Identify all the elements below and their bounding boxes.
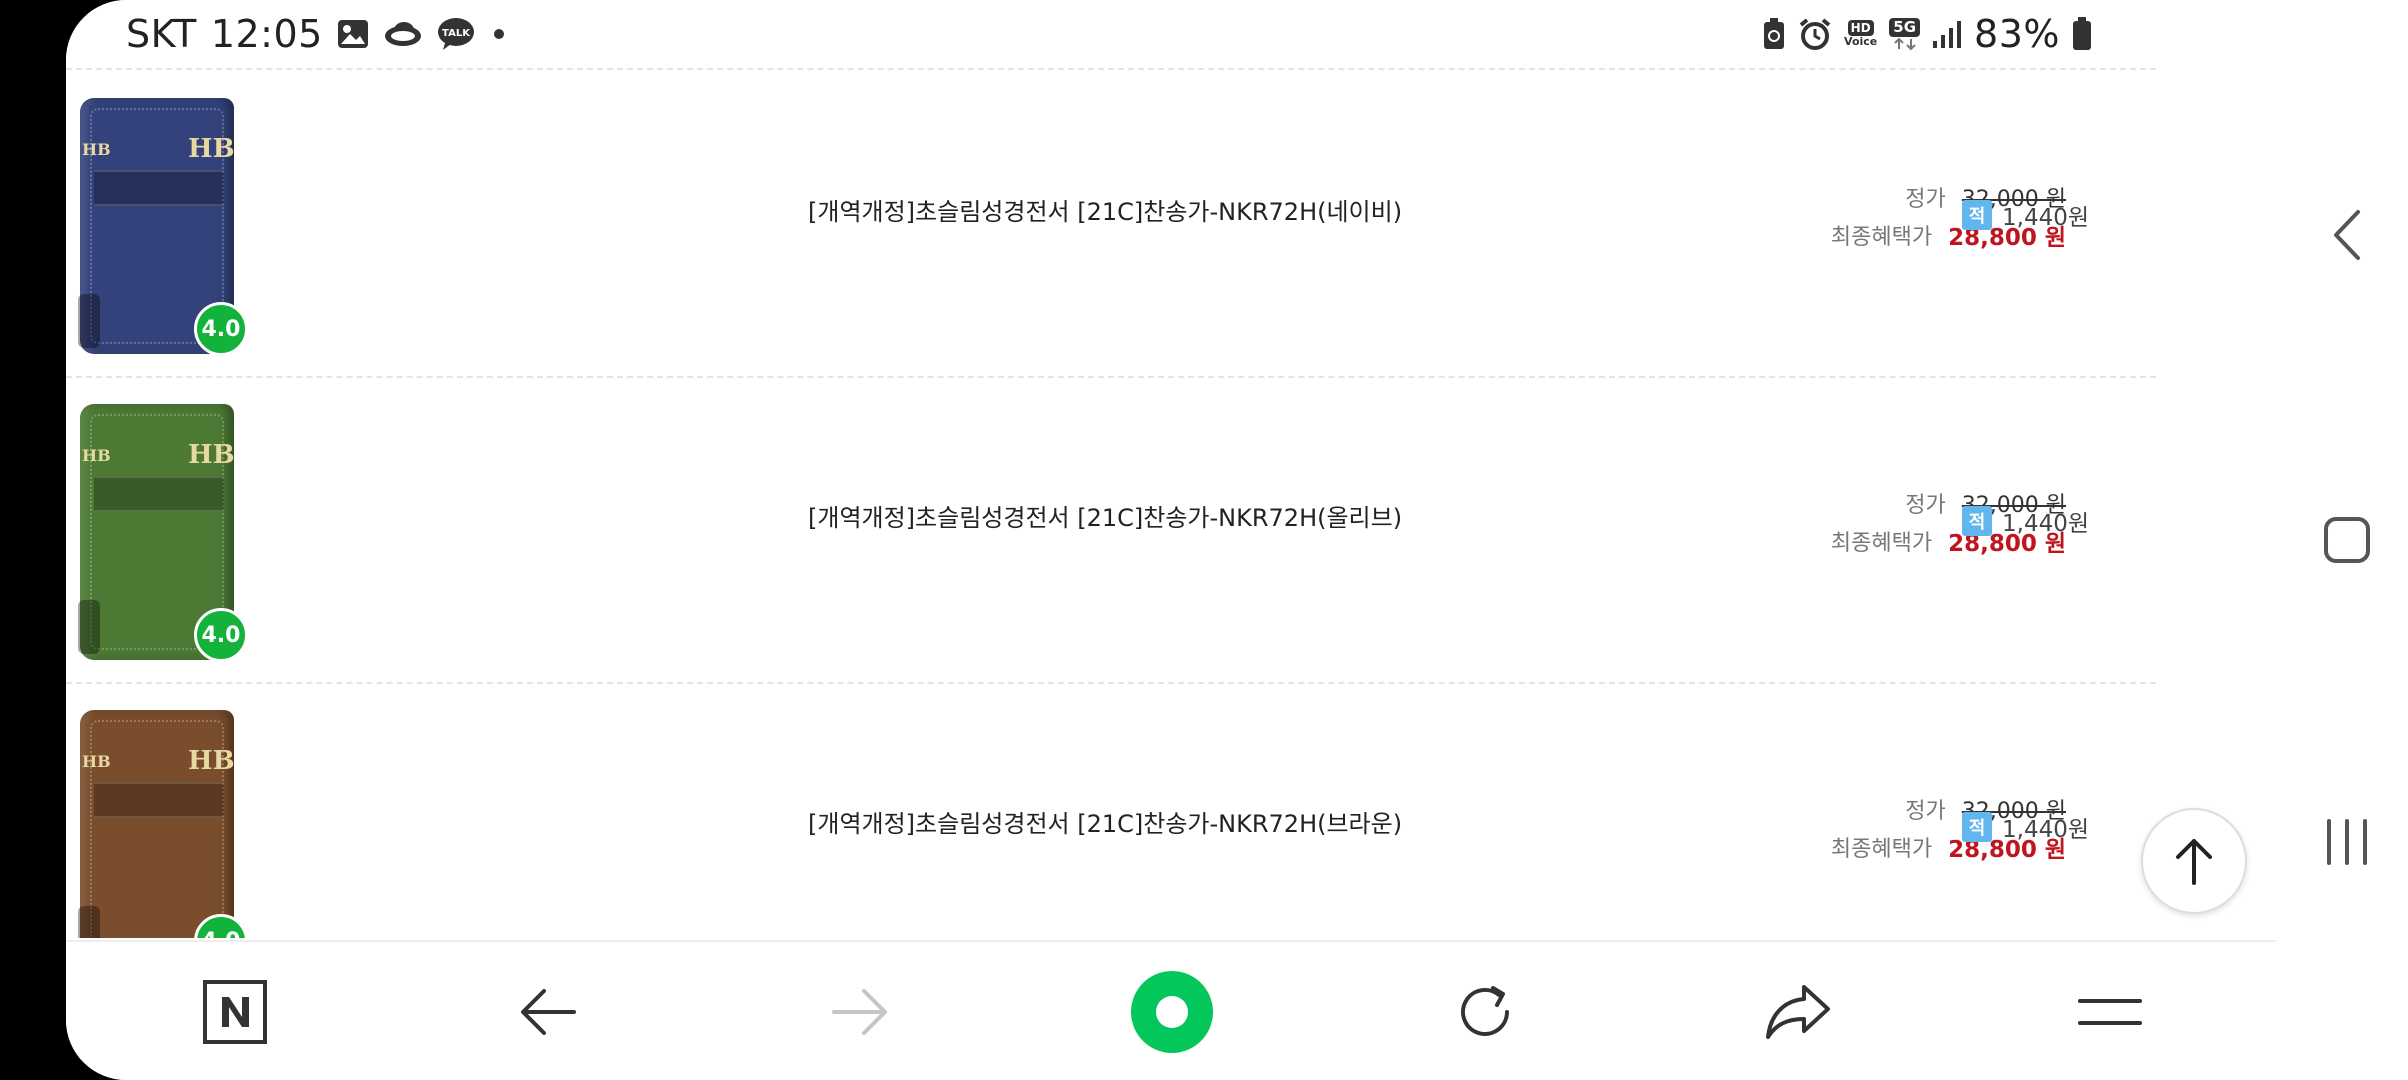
cover-band	[94, 476, 224, 512]
back-chevron-icon	[2334, 210, 2360, 260]
battery-percent: 83%	[1974, 12, 2060, 56]
point-value: 1,440원	[2002, 511, 2090, 537]
cover-band	[94, 782, 224, 818]
phone-screen: SKT 12:05 TALK HD Voice 5G 83% HB HB 4.0…	[66, 0, 2322, 1080]
product-row[interactable]: HB HB 4.0 [개역개정]초슬림성경전서 [21C]찬송가-NKR72H(…	[66, 70, 2156, 376]
product-row[interactable]: HB HB 4.0 [개역개정]초슬림성경전서 [21C]찬송가-NKR72H(…	[66, 682, 2156, 938]
product-title[interactable]: [개역개정]초슬림성경전서 [21C]찬송가-NKR72H(브라운)	[808, 804, 1402, 839]
system-back-button[interactable]	[2302, 190, 2392, 280]
refresh-icon	[1461, 986, 1509, 1036]
spine-logo: HB	[82, 752, 111, 771]
recents-icon	[2327, 819, 2367, 865]
list-price-label: 정가	[1905, 799, 1946, 824]
talk-badge-text: TALK	[442, 28, 471, 39]
hd-voice-icon: HD Voice	[1844, 20, 1877, 48]
point-badge-icon: 적	[1962, 200, 1992, 230]
list-price-label: 정가	[1905, 493, 1946, 518]
final-price-label: 최종혜택가	[1830, 837, 1933, 862]
share-button[interactable]	[1738, 942, 1858, 1080]
dot-icon	[489, 24, 509, 44]
reward-points: 적 1,440원	[1962, 810, 2089, 844]
hd-label: HD	[1847, 20, 1874, 36]
point-badge-icon: 적	[1962, 506, 1992, 536]
gallery-icon	[337, 19, 369, 49]
green-dot-button[interactable]	[1112, 942, 1232, 1080]
menu-button[interactable]	[2050, 942, 2170, 1080]
zipper-tab	[78, 600, 100, 654]
battery-saver-icon	[1762, 18, 1786, 50]
status-bar: SKT 12:05 TALK HD Voice 5G 83%	[66, 0, 2322, 68]
refresh-button[interactable]	[1425, 942, 1545, 1080]
product-title[interactable]: [개역개정]초슬림성경전서 [21C]찬송가-NKR72H(올리브)	[808, 498, 1402, 533]
green-dot-icon	[1131, 971, 1213, 1053]
product-list: HB HB 4.0 [개역개정]초슬림성경전서 [21C]찬송가-NKR72H(…	[66, 68, 2156, 938]
cover-band	[94, 170, 224, 206]
forward-button[interactable]	[800, 942, 920, 1080]
reward-points: 적 1,440원	[1962, 504, 2089, 538]
share-icon	[1766, 985, 1830, 1039]
signal-icon	[1932, 19, 1962, 49]
battery-icon	[2072, 17, 2092, 51]
product-thumbnail[interactable]: HB HB	[78, 710, 235, 938]
talk-icon: TALK	[437, 17, 475, 51]
spine-logo: HB	[82, 446, 111, 465]
voice-label: Voice	[1844, 35, 1878, 48]
alarm-icon	[1798, 17, 1832, 51]
system-recents-button[interactable]	[2302, 797, 2392, 887]
system-home-button[interactable]	[2302, 495, 2392, 585]
spine-logo: HB	[82, 140, 111, 159]
product-row[interactable]: HB HB 4.0 [개역개정]초슬림성경전서 [21C]찬송가-NKR72H(…	[66, 376, 2156, 682]
point-value: 1,440원	[2002, 205, 2090, 231]
cloud-icon	[383, 19, 423, 49]
home-square-icon	[2324, 517, 2370, 563]
forward-arrow-icon	[832, 989, 887, 1035]
5g-icon: 5G	[1889, 17, 1921, 51]
list-price-label: 정가	[1905, 187, 1946, 212]
final-price-label: 최종혜택가	[1830, 531, 1933, 556]
cover-logo: HB	[188, 440, 235, 470]
back-button[interactable]	[488, 942, 608, 1080]
point-badge-icon: 적	[1962, 812, 1992, 842]
product-title[interactable]: [개역개정]초슬림성경전서 [21C]찬송가-NKR72H(네이비)	[808, 192, 1402, 227]
scroll-to-top-button[interactable]	[2141, 808, 2247, 914]
carrier-label: SKT	[126, 12, 197, 56]
rating-badge: 4.0	[194, 302, 248, 356]
cover-logo: HB	[188, 746, 235, 776]
reward-points: 적 1,440원	[1962, 198, 2089, 232]
system-nav-bar	[2322, 0, 2408, 1080]
final-price-label: 최종혜택가	[1830, 225, 1933, 250]
zipper-tab	[78, 906, 100, 938]
naver-home-button[interactable]	[175, 942, 295, 1080]
rating-badge: 4.0	[194, 608, 248, 662]
naver-home-icon	[203, 980, 267, 1044]
back-arrow-icon	[521, 989, 576, 1035]
browser-toolbar	[66, 940, 2276, 1080]
network-label: 5G	[1889, 17, 1921, 37]
point-value: 1,440원	[2002, 817, 2090, 843]
zipper-tab	[78, 294, 100, 348]
clock: 12:05	[210, 12, 323, 56]
cover-logo: HB	[188, 134, 235, 164]
menu-icon	[2078, 999, 2142, 1025]
arrow-up-icon	[2176, 839, 2212, 885]
